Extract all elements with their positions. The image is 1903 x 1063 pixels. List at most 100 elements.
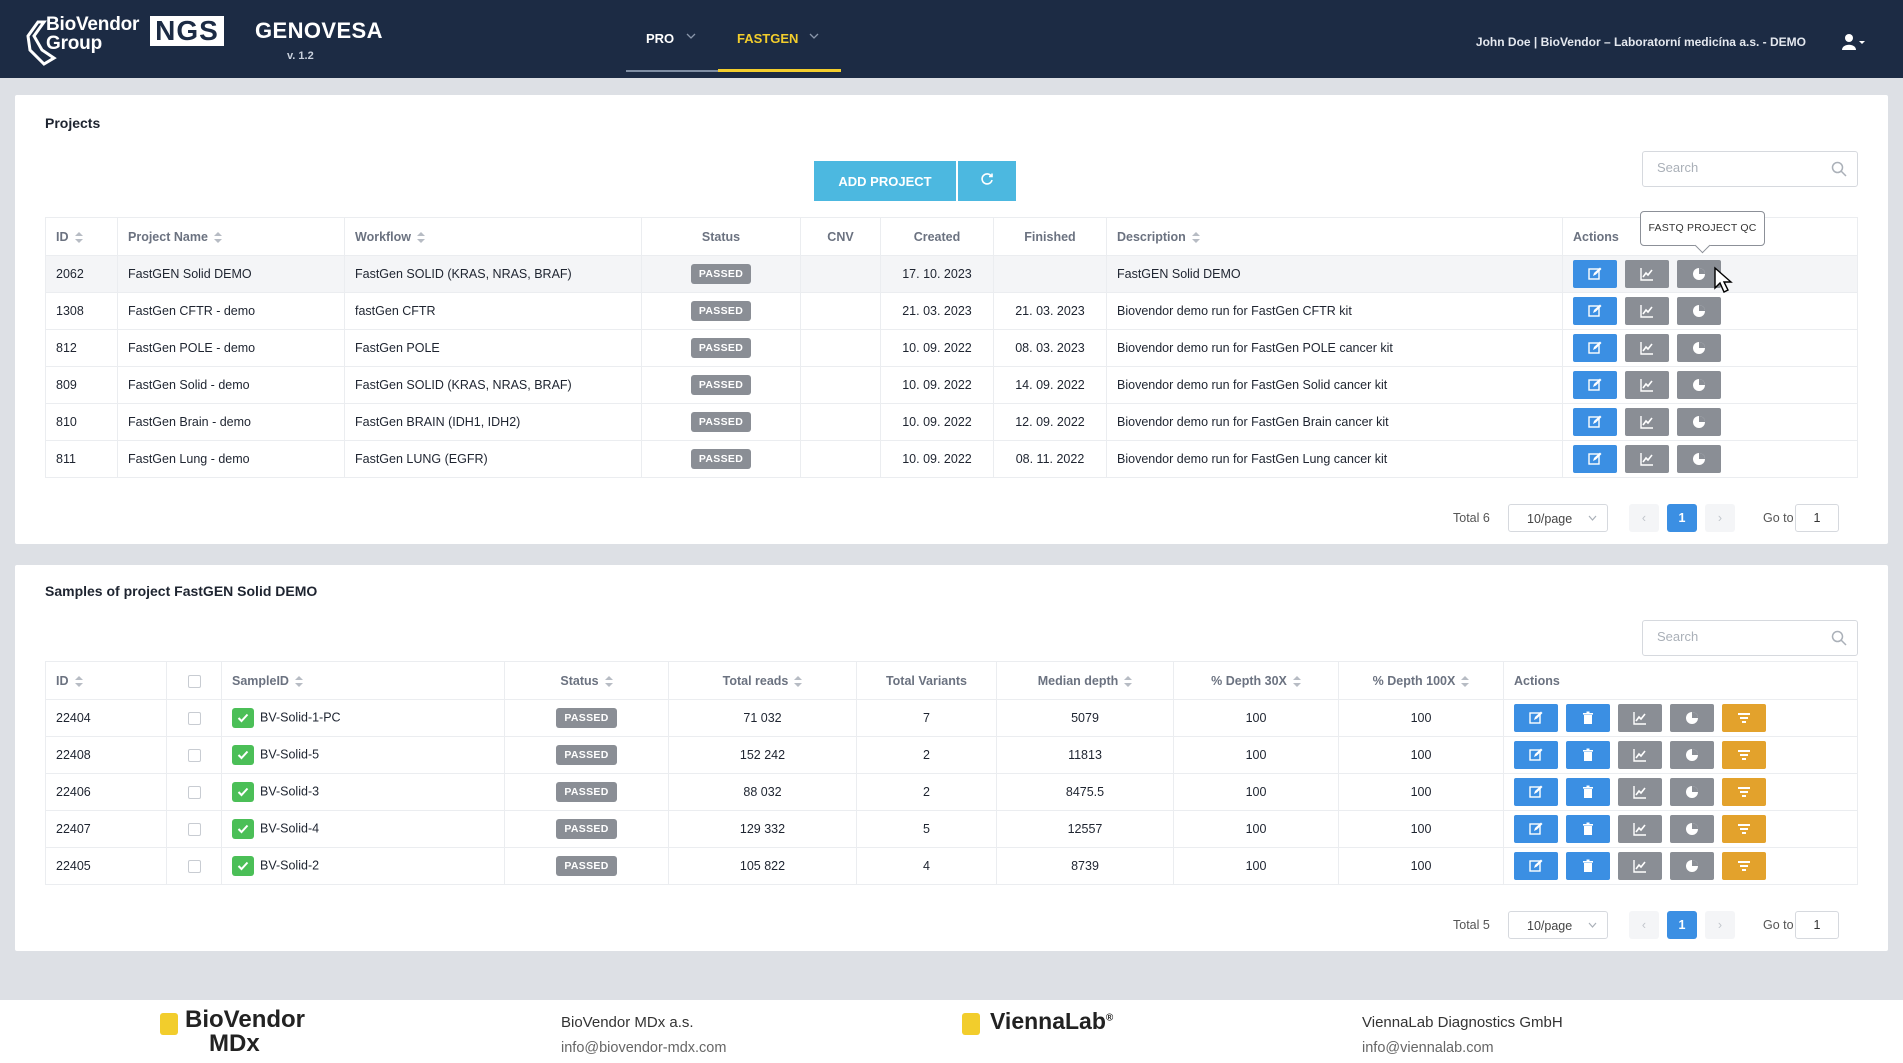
projects-search[interactable] bbox=[1642, 151, 1858, 187]
delete-sample-button[interactable] bbox=[1566, 815, 1610, 843]
project-chart-button[interactable] bbox=[1625, 334, 1669, 362]
row-checkbox[interactable] bbox=[187, 749, 201, 763]
sample-chart-button[interactable] bbox=[1618, 704, 1662, 732]
sort-icon[interactable] bbox=[1191, 231, 1200, 243]
edit-project-button[interactable] bbox=[1573, 260, 1617, 288]
edit-project-button[interactable] bbox=[1573, 371, 1617, 399]
sample-qc-button[interactable] bbox=[1670, 741, 1714, 769]
user-icon[interactable] bbox=[1842, 33, 1866, 51]
col-project-name[interactable]: Project Name bbox=[117, 217, 345, 256]
edit-project-button[interactable] bbox=[1573, 297, 1617, 325]
edit-sample-button[interactable] bbox=[1514, 852, 1558, 880]
nav-pro[interactable]: PRO bbox=[626, 0, 718, 72]
table-row[interactable]: 22405 BV-Solid-2 PASSED 105 822 4 8739 100 100 bbox=[45, 847, 1858, 885]
sort-icon[interactable] bbox=[794, 675, 803, 687]
sample-variants-button[interactable] bbox=[1722, 852, 1766, 880]
row-checkbox[interactable] bbox=[187, 860, 201, 874]
project-chart-button[interactable] bbox=[1625, 445, 1669, 473]
edit-sample-button[interactable] bbox=[1514, 704, 1558, 732]
row-checkbox[interactable] bbox=[187, 823, 201, 837]
sort-icon[interactable] bbox=[74, 675, 83, 687]
table-row[interactable]: 22404 BV-Solid-1-PC PASSED 71 032 7 5079 100 10… bbox=[45, 699, 1858, 737]
sort-icon[interactable] bbox=[294, 675, 303, 687]
projects-page-size-select[interactable]: 10/page bbox=[1508, 504, 1608, 532]
sort-icon[interactable] bbox=[74, 231, 83, 243]
company2-email[interactable]: info@viennalab.com bbox=[1362, 1040, 1494, 1056]
projects-search-input[interactable] bbox=[1657, 160, 1827, 175]
edit-sample-button[interactable] bbox=[1514, 778, 1558, 806]
next-page-button[interactable]: › bbox=[1705, 504, 1735, 532]
sample-variants-button[interactable] bbox=[1722, 741, 1766, 769]
row-checkbox[interactable] bbox=[187, 786, 201, 800]
nav-fastgen[interactable]: FASTGEN bbox=[718, 0, 841, 72]
col-median-depth[interactable]: Median depth bbox=[996, 661, 1174, 700]
table-row[interactable]: 809 FastGen Solid - demo FastGen SOLID (KR… bbox=[45, 366, 1858, 404]
sort-icon[interactable] bbox=[417, 231, 426, 243]
col-id[interactable]: ID bbox=[45, 661, 167, 700]
samples-search-input[interactable] bbox=[1657, 629, 1827, 644]
col-total-reads[interactable]: Total reads bbox=[668, 661, 857, 700]
delete-sample-button[interactable] bbox=[1566, 741, 1610, 769]
sample-chart-button[interactable] bbox=[1618, 852, 1662, 880]
fastq-project-qc-button[interactable] bbox=[1677, 297, 1721, 325]
samples-search[interactable] bbox=[1642, 620, 1858, 656]
edit-sample-button[interactable] bbox=[1514, 815, 1558, 843]
page-current[interactable]: 1 bbox=[1667, 911, 1697, 939]
edit-project-button[interactable] bbox=[1573, 334, 1617, 362]
delete-sample-button[interactable] bbox=[1566, 852, 1610, 880]
col-workflow[interactable]: Workflow bbox=[344, 217, 642, 256]
project-chart-button[interactable] bbox=[1625, 408, 1669, 436]
goto-input[interactable]: 1 bbox=[1795, 911, 1839, 939]
row-checkbox[interactable] bbox=[187, 712, 201, 726]
sample-qc-button[interactable] bbox=[1670, 778, 1714, 806]
col-status[interactable]: Status bbox=[504, 661, 669, 700]
sample-qc-button[interactable] bbox=[1670, 704, 1714, 732]
col-select-all[interactable] bbox=[166, 661, 222, 700]
table-row[interactable]: 811 FastGen Lung - demo FastGen LUNG (EGFR… bbox=[45, 440, 1858, 478]
col-sampleid[interactable]: SampleID bbox=[221, 661, 505, 700]
delete-sample-button[interactable] bbox=[1566, 704, 1610, 732]
table-row[interactable]: 2062 FastGEN Solid DEMO FastGen SOLID (KRA… bbox=[45, 255, 1858, 293]
prev-page-button[interactable]: ‹ bbox=[1629, 504, 1659, 532]
add-project-button[interactable]: ADD PROJECT bbox=[814, 161, 956, 201]
sort-icon[interactable] bbox=[1461, 675, 1470, 687]
sample-chart-button[interactable] bbox=[1618, 815, 1662, 843]
col-id[interactable]: ID bbox=[45, 217, 118, 256]
col-depth-100x[interactable]: % Depth 100X bbox=[1338, 661, 1504, 700]
sample-variants-button[interactable] bbox=[1722, 815, 1766, 843]
project-chart-button[interactable] bbox=[1625, 260, 1669, 288]
sample-variants-button[interactable] bbox=[1722, 704, 1766, 732]
sample-qc-button[interactable] bbox=[1670, 852, 1714, 880]
goto-input[interactable]: 1 bbox=[1795, 504, 1839, 532]
select-all-checkbox[interactable] bbox=[187, 674, 201, 688]
refresh-button[interactable] bbox=[958, 161, 1016, 201]
table-row[interactable]: 22406 BV-Solid-3 PASSED 88 032 2 8475.5 100 100 bbox=[45, 773, 1858, 811]
table-row[interactable]: 812 FastGen POLE - demo FastGen POLE PASSED… bbox=[45, 329, 1858, 367]
sample-chart-button[interactable] bbox=[1618, 778, 1662, 806]
samples-page-size-select[interactable]: 10/page bbox=[1508, 911, 1608, 939]
col-depth-30x[interactable]: % Depth 30X bbox=[1173, 661, 1339, 700]
sort-icon[interactable] bbox=[213, 231, 222, 243]
sample-qc-button[interactable] bbox=[1670, 815, 1714, 843]
delete-sample-button[interactable] bbox=[1566, 778, 1610, 806]
table-row[interactable]: 22407 BV-Solid-4 PASSED 129 332 5 12557 100 100 bbox=[45, 810, 1858, 848]
company1-email[interactable]: info@biovendor-mdx.com bbox=[561, 1040, 726, 1056]
sort-icon[interactable] bbox=[604, 675, 613, 687]
table-row[interactable]: 1308 FastGen CFTR - demo fastGen CFTR PASSE… bbox=[45, 292, 1858, 330]
page-current[interactable]: 1 bbox=[1667, 504, 1697, 532]
table-row[interactable]: 810 FastGen Brain - demo FastGen BRAIN (ID… bbox=[45, 403, 1858, 441]
table-row[interactable]: 22408 BV-Solid-5 PASSED 152 242 2 11813 100 100 bbox=[45, 736, 1858, 774]
edit-project-button[interactable] bbox=[1573, 445, 1617, 473]
sort-icon[interactable] bbox=[1292, 675, 1301, 687]
fastq-project-qc-button[interactable] bbox=[1677, 408, 1721, 436]
next-page-button[interactable]: › bbox=[1705, 911, 1735, 939]
fastq-project-qc-button[interactable] bbox=[1677, 334, 1721, 362]
edit-project-button[interactable] bbox=[1573, 408, 1617, 436]
fastq-project-qc-button[interactable] bbox=[1677, 445, 1721, 473]
edit-sample-button[interactable] bbox=[1514, 741, 1558, 769]
col-description[interactable]: Description bbox=[1106, 217, 1563, 256]
fastq-project-qc-button[interactable] bbox=[1677, 371, 1721, 399]
sample-variants-button[interactable] bbox=[1722, 778, 1766, 806]
sort-icon[interactable] bbox=[1124, 675, 1133, 687]
sample-chart-button[interactable] bbox=[1618, 741, 1662, 769]
